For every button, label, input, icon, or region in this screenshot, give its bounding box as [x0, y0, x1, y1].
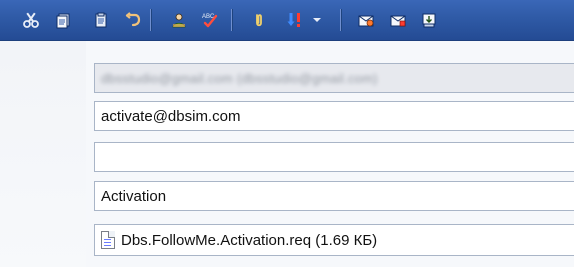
attach-icon[interactable]	[250, 11, 268, 29]
from-field[interactable]: dbsstudio@gmail.com (dbsstudio@gmail.com…	[94, 63, 574, 93]
to-value: activate@dbsim.com	[101, 107, 241, 125]
dropdown-arrow-icon[interactable]	[311, 11, 323, 29]
attachment-label: Dbs.FollowMe.Activation.req (1.69 КБ)	[121, 231, 378, 249]
copy-icon[interactable]	[55, 11, 73, 29]
undo-icon[interactable]	[124, 11, 142, 29]
cc-field[interactable]	[94, 142, 574, 172]
toolbar-separator	[150, 9, 151, 31]
sign-icon[interactable]	[357, 11, 375, 29]
to-field[interactable]: activate@dbsim.com	[94, 101, 574, 131]
compose-toolbar: ABC	[0, 0, 574, 41]
offline-icon[interactable]	[420, 11, 438, 29]
paste-icon[interactable]	[92, 11, 110, 29]
spellcheck-icon[interactable]: ABC	[201, 11, 219, 29]
subject-value: Activation	[101, 187, 167, 205]
attachments-field[interactable]: Dbs.FollowMe.Activation.req (1.69 КБ)	[94, 224, 574, 256]
from-value: dbsstudio@gmail.com (dbsstudio@gmail.com…	[101, 70, 378, 86]
attachment-item[interactable]: Dbs.FollowMe.Activation.req (1.69 КБ)	[101, 231, 377, 249]
encrypt-icon[interactable]	[389, 11, 407, 29]
address-book-icon[interactable]	[170, 11, 188, 29]
subject-field[interactable]: Activation	[94, 181, 574, 211]
cut-icon[interactable]	[22, 11, 40, 29]
toolbar-separator	[231, 9, 232, 31]
document-icon	[101, 231, 115, 249]
labels-column	[0, 41, 86, 267]
toolbar-separator	[340, 9, 341, 31]
priority-icon[interactable]	[285, 11, 303, 29]
